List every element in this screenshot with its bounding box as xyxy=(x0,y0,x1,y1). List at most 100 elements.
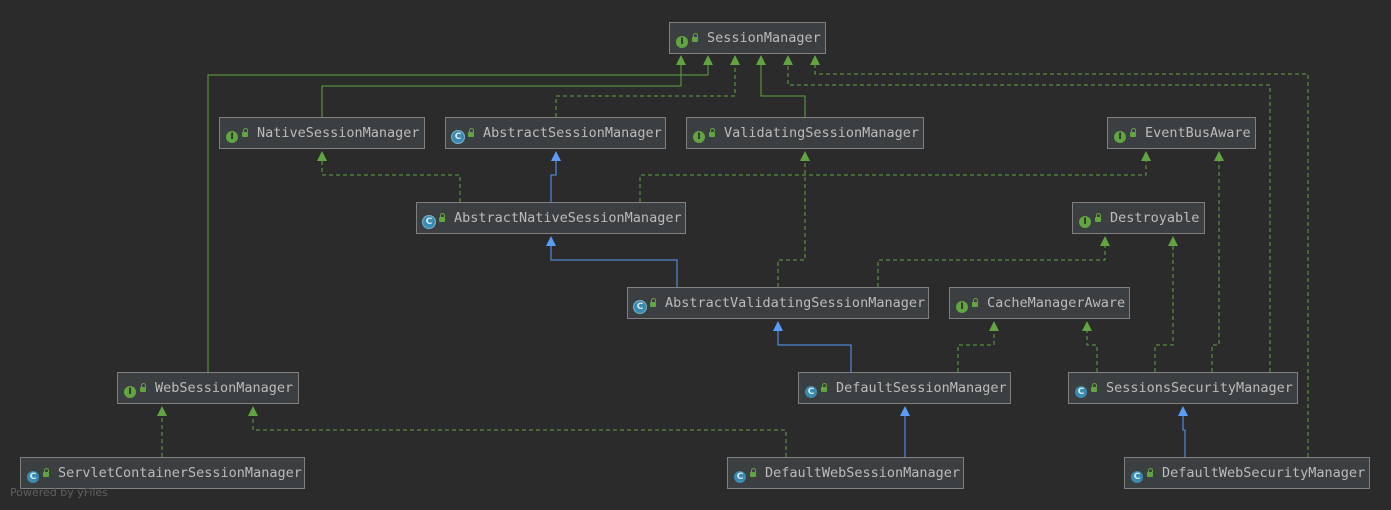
edge-AbstractValidatingSessionManager-to-AbstractNativeSessionManager xyxy=(546,236,678,287)
node-EventBusAware[interactable]: I EventBusAware xyxy=(1107,117,1256,149)
node-label: NativeSessionManager xyxy=(257,125,420,141)
edge-arrowhead xyxy=(1214,151,1224,161)
edge-arrowhead xyxy=(756,55,766,65)
node-label: SessionManager xyxy=(707,30,821,46)
edge-AbstractNativeSessionManager-to-AbstractSessionManager xyxy=(550,151,561,202)
edge-arrowhead xyxy=(248,406,258,416)
public-visibility-icon xyxy=(1130,128,1136,137)
edge-DefaultSessionManager-to-CacheManagerAware xyxy=(957,321,999,372)
interface-icon: I xyxy=(676,36,688,48)
interface-icon: I xyxy=(124,386,136,398)
node-NativeSessionManager[interactable]: I NativeSessionManager xyxy=(219,117,425,149)
interface-icon: I xyxy=(1079,216,1091,228)
interface-icon: I xyxy=(956,301,968,313)
edge-arrowhead xyxy=(317,151,327,161)
node-label: CacheManagerAware xyxy=(987,295,1126,311)
node-label: AbstractValidatingSessionManager xyxy=(665,295,926,311)
edge-line xyxy=(1211,160,1220,372)
edge-line xyxy=(777,160,806,287)
edge-arrowhead xyxy=(800,151,810,161)
edge-arrowhead xyxy=(730,55,740,65)
public-visibility-icon xyxy=(439,213,445,222)
node-SessionManager[interactable]: I SessionManager xyxy=(669,22,826,54)
edge-arrowhead xyxy=(773,321,783,331)
abstract-class-icon: C xyxy=(634,301,646,313)
node-label: SessionsSecurityManager xyxy=(1106,380,1293,396)
edge-SessionsSecurityManager-to-Destroyable xyxy=(1154,236,1178,372)
class-icon: C xyxy=(805,386,817,398)
edge-line xyxy=(550,160,557,202)
node-DefaultWebSessionManager[interactable]: C DefaultWebSessionManager xyxy=(727,457,964,489)
node-label: EventBusAware xyxy=(1145,125,1251,141)
edge-AbstractValidatingSessionManager-to-ValidatingSessionManager xyxy=(777,151,810,287)
node-ServletContainerSessionManager[interactable]: C ServletContainerSessionManager xyxy=(20,457,305,489)
public-visibility-icon xyxy=(972,298,978,307)
node-AbstractSessionManager[interactable]: C AbstractSessionManager xyxy=(445,117,666,149)
public-visibility-icon xyxy=(750,468,756,477)
edge-AbstractNativeSessionManager-to-NativeSessionManager xyxy=(317,151,461,202)
edge-line xyxy=(957,330,995,372)
interface-icon: I xyxy=(693,131,705,143)
edge-SessionsSecurityManager-to-CacheManagerAware xyxy=(1082,321,1098,372)
edge-line xyxy=(760,64,806,117)
public-visibility-icon xyxy=(140,383,146,392)
interface-icon: I xyxy=(226,131,238,143)
edge-line xyxy=(777,330,852,372)
public-visibility-icon xyxy=(468,128,474,137)
edge-line xyxy=(1086,330,1098,372)
edge-NativeSessionManager-to-SessionManager xyxy=(321,55,686,117)
node-DefaultWebSecurityManager[interactable]: C DefaultWebSecurityManager xyxy=(1124,457,1370,489)
public-visibility-icon xyxy=(692,33,698,42)
watermark: Powered by yFiles xyxy=(10,486,108,499)
edge-arrowhead xyxy=(1100,236,1110,246)
interface-icon: I xyxy=(1114,131,1126,143)
edge-arrowhead xyxy=(703,55,713,65)
public-visibility-icon xyxy=(650,298,656,307)
edge-arrowhead xyxy=(810,55,820,65)
node-label: AbstractSessionManager xyxy=(483,125,662,141)
edge-arrowhead xyxy=(1178,406,1188,416)
node-WebSessionManager[interactable]: I WebSessionManager xyxy=(117,372,299,404)
node-AbstractNativeSessionManager[interactable]: C AbstractNativeSessionManager xyxy=(416,202,686,234)
node-ValidatingSessionManager[interactable]: I ValidatingSessionManager xyxy=(686,117,924,149)
public-visibility-icon xyxy=(242,128,248,137)
edge-line xyxy=(1182,415,1186,457)
edge-arrowhead xyxy=(1141,151,1151,161)
edge-line xyxy=(877,245,1106,287)
node-CacheManagerAware[interactable]: I CacheManagerAware xyxy=(949,287,1130,319)
edge-arrowhead xyxy=(1168,236,1178,246)
node-label: WebSessionManager xyxy=(155,380,294,396)
edge-line xyxy=(1154,245,1174,372)
edge-arrowhead xyxy=(900,406,910,416)
edge-AbstractNativeSessionManager-to-EventBusAware xyxy=(639,151,1151,202)
node-Destroyable[interactable]: I Destroyable xyxy=(1072,202,1205,234)
public-visibility-icon xyxy=(1095,213,1101,222)
node-AbstractValidatingSessionManager[interactable]: C AbstractValidatingSessionManager xyxy=(627,287,929,319)
class-icon: C xyxy=(1131,471,1143,483)
edge-ValidatingSessionManager-to-SessionManager xyxy=(756,55,806,117)
class-icon: C xyxy=(27,471,39,483)
public-visibility-icon xyxy=(709,128,715,137)
uml-diagram-canvas xyxy=(157,55,1309,457)
public-visibility-icon xyxy=(1091,383,1097,392)
public-visibility-icon xyxy=(43,468,49,477)
public-visibility-icon xyxy=(1147,468,1153,477)
abstract-class-icon: C xyxy=(452,131,464,143)
node-DefaultSessionManager[interactable]: C DefaultSessionManager xyxy=(798,372,1011,404)
node-label: ServletContainerSessionManager xyxy=(58,465,302,481)
class-icon: C xyxy=(734,471,746,483)
edge-DefaultWebSessionManager-to-DefaultSessionManager xyxy=(900,406,910,457)
node-label: DefaultWebSessionManager xyxy=(765,465,961,481)
edge-AbstractValidatingSessionManager-to-Destroyable xyxy=(877,236,1110,287)
edge-arrowhead xyxy=(989,321,999,331)
edge-DefaultWebSecurityManager-to-SessionsSecurityManager xyxy=(1178,406,1188,457)
edge-DefaultSessionManager-to-AbstractValidatingSessionManager xyxy=(773,321,852,372)
node-label: Destroyable xyxy=(1110,210,1200,226)
node-SessionsSecurityManager[interactable]: C SessionsSecurityManager xyxy=(1068,372,1298,404)
node-label: ValidatingSessionManager xyxy=(724,125,920,141)
node-label: DefaultWebSecurityManager xyxy=(1162,465,1366,481)
node-label: DefaultSessionManager xyxy=(836,380,1007,396)
edge-DefaultWebSessionManager-to-WebSessionManager xyxy=(248,406,787,457)
edge-line xyxy=(321,64,682,117)
edge-arrowhead xyxy=(676,55,686,65)
